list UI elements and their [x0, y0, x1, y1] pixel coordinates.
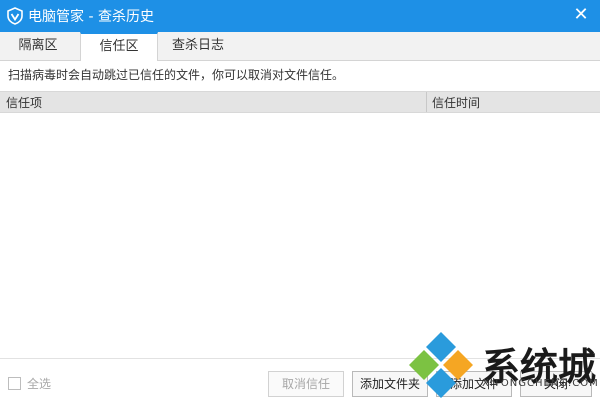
checkbox-box[interactable]	[8, 377, 21, 390]
cancel-trust-button[interactable]: 取消信任	[268, 371, 344, 397]
window-title: 电脑管家 - 查杀历史	[28, 9, 154, 25]
tab-bar: 隔离区 信任区 查杀日志	[0, 32, 600, 61]
watermark-subtext: XITONGCHENG.COM	[482, 378, 599, 389]
title-bar: 电脑管家 - 查杀历史 ✕	[0, 0, 600, 32]
trust-description: 扫描病毒时会自动跳过已信任的文件，你可以取消对文件信任。	[8, 68, 345, 82]
column-divider[interactable]	[426, 92, 427, 112]
trust-list[interactable]	[0, 113, 600, 357]
select-all-checkbox[interactable]: 全选	[8, 375, 51, 392]
tab-quarantine[interactable]: 隔离区	[0, 32, 76, 60]
close-icon[interactable]: ✕	[570, 4, 592, 26]
shield-v-icon	[7, 7, 23, 25]
watermark: 系统城 XITONGCHENG.COM	[406, 326, 600, 406]
tab-trust-zone[interactable]: 信任区	[80, 32, 158, 61]
table-header: 信任项 信任时间	[0, 91, 600, 113]
diamond-logo-icon	[409, 332, 473, 398]
select-all-label: 全选	[27, 377, 52, 391]
tab-scan-log[interactable]: 查杀日志	[160, 32, 236, 60]
column-trust-time[interactable]: 信任时间	[432, 94, 480, 111]
column-trust-item[interactable]: 信任项	[6, 94, 42, 111]
